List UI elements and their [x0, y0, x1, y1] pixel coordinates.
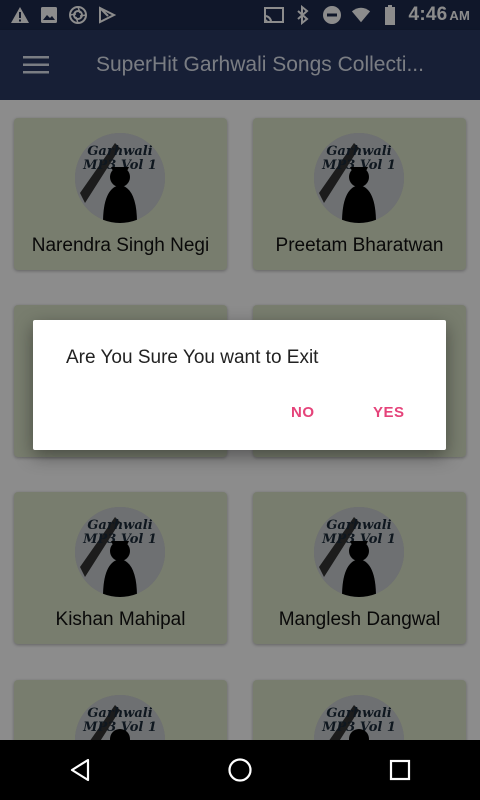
dialog-message: Are You Sure You want to Exit [66, 347, 319, 368]
home-icon[interactable] [210, 740, 270, 800]
no-button[interactable]: NO [291, 404, 315, 421]
navigation-bar [0, 740, 480, 800]
exit-dialog: Are You Sure You want to Exit NO YES [33, 320, 446, 450]
back-icon[interactable] [50, 740, 110, 800]
recents-icon[interactable] [370, 740, 430, 800]
yes-button[interactable]: YES [373, 404, 405, 421]
